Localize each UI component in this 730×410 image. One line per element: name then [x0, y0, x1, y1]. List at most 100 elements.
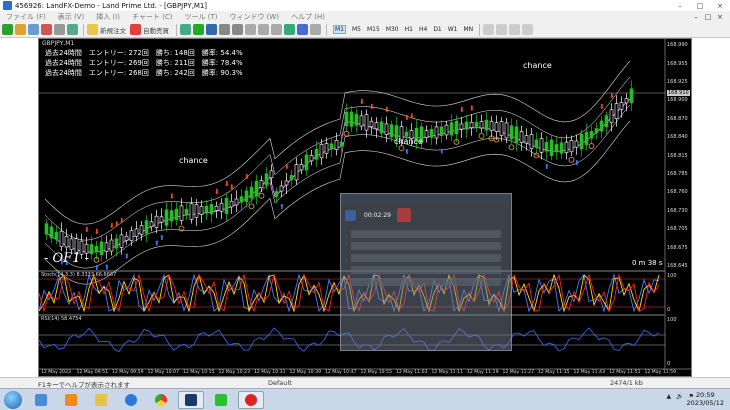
tile-windows-icon[interactable] [245, 24, 256, 35]
sell-signal-arrow: ⬇ [229, 183, 235, 191]
screen-recorder-overlay[interactable]: 00:02:29 [340, 193, 512, 351]
sell-signal-arrow: ⬇ [214, 188, 220, 196]
chance-label: chance [394, 137, 423, 146]
periods-icon[interactable] [297, 24, 308, 35]
toolbar-divider [326, 23, 327, 36]
line-chart-icon[interactable] [206, 24, 217, 35]
time-tick: 12 May 10:31 [254, 370, 286, 375]
candle-body [549, 139, 554, 156]
indicators-icon[interactable] [284, 24, 295, 35]
taskbar-recorder[interactable] [238, 390, 264, 409]
autoscroll-icon[interactable] [258, 24, 269, 35]
timeframe-h4[interactable]: H4 [419, 26, 427, 33]
vertical-line-icon[interactable] [509, 24, 521, 35]
menu-file[interactable]: ファイル (F) [6, 12, 46, 22]
candle-body [629, 88, 634, 104]
timeframe-h1[interactable]: H1 [405, 26, 413, 33]
time-tick: 12 May 11:51 [609, 370, 641, 375]
recorder-setting-row[interactable] [351, 254, 501, 262]
metatrader-app-icon [3, 1, 12, 10]
taskbar-metatrader[interactable] [178, 390, 204, 409]
start-button[interactable] [4, 390, 22, 409]
minimize-button[interactable]: – [670, 0, 690, 11]
price-tick: 168.730 [667, 208, 688, 214]
zoom-out-icon[interactable] [232, 24, 243, 35]
timeframe-mn[interactable]: MN [464, 26, 474, 33]
buy-signal-arrow: ⬆ [544, 163, 550, 171]
record-button[interactable] [396, 208, 411, 222]
menu-chart[interactable]: チャート (C) [132, 12, 173, 22]
candle-body [509, 125, 514, 140]
recorder-setting-row[interactable] [351, 278, 501, 286]
menu-window[interactable]: ウィンドウ (W) [229, 12, 279, 22]
chart-shift-icon[interactable] [271, 24, 282, 35]
terminal-icon[interactable] [54, 24, 65, 35]
chart-restore-button[interactable]: □ [702, 13, 714, 21]
menu-view[interactable]: 表示 (V) [58, 12, 84, 22]
bar-chart-icon[interactable] [180, 24, 191, 35]
timeframe-m5[interactable]: M5 [352, 26, 361, 33]
menu-tools[interactable]: ツール (T) [184, 12, 217, 22]
recorder-setting-row[interactable] [351, 230, 501, 238]
candle-body [284, 180, 289, 186]
chart-minimize-button[interactable]: – [690, 13, 702, 21]
time-tick: 12 May 11:03 [396, 370, 428, 375]
time-tick: 12 May 09:59 [112, 370, 144, 375]
price-tick: 168.990 [667, 42, 688, 48]
system-clock[interactable]: 20:59 2023/05/12 [687, 391, 724, 407]
profiles-icon[interactable] [15, 24, 26, 35]
taskbar-internet-explorer[interactable] [118, 391, 144, 409]
candle-body [279, 185, 284, 192]
candle-body [449, 122, 454, 136]
recorder-setting-row[interactable] [351, 266, 501, 274]
recorder-setting-row[interactable] [351, 242, 501, 250]
taskbar-chrome[interactable] [148, 391, 174, 409]
status-bar: F1キーでヘルプが表示されます Default 2474/1 kb [0, 377, 730, 389]
close-button[interactable]: × [710, 0, 730, 11]
tester-icon[interactable] [67, 24, 78, 35]
taskbar-explorer[interactable] [28, 391, 54, 409]
candle-body [519, 131, 524, 143]
candle-body [254, 180, 259, 197]
menu-insert[interactable]: 挿入 (I) [96, 12, 120, 22]
autotrade-button[interactable]: 自動売買 [143, 25, 169, 35]
timeframe-m1[interactable]: M1 [333, 25, 346, 34]
volume-icon[interactable]: 🔊 [676, 393, 683, 400]
window-titlebar: 456926: LandFX-Demo - Land Prime Ltd. - … [0, 0, 730, 11]
zoom-in-icon[interactable] [219, 24, 230, 35]
sell-signal-arrow: ⬇ [169, 193, 175, 201]
cursor-icon[interactable] [483, 24, 495, 35]
candle-timer: 0 m 38 s [632, 259, 663, 267]
timeframe-w1[interactable]: W1 [448, 26, 458, 33]
toolbar-divider [176, 23, 177, 36]
tray-expand-icon[interactable]: ▲ [667, 393, 672, 400]
taskbar-file-manager[interactable] [88, 391, 114, 409]
candle-body [214, 205, 219, 211]
signal-circle [508, 144, 515, 151]
maximize-button[interactable]: □ [690, 0, 710, 11]
horizontal-line-icon[interactable] [522, 24, 534, 35]
timeframe-m15[interactable]: M15 [367, 26, 380, 33]
candle-body [209, 204, 214, 215]
chart-close-button[interactable]: × [714, 13, 726, 21]
taskbar-media-player[interactable] [58, 391, 84, 409]
timeframe-d1[interactable]: D1 [433, 26, 441, 33]
candle-body [469, 121, 474, 129]
candle-body [204, 206, 209, 214]
navigator-icon[interactable] [41, 24, 52, 35]
new-chart-icon[interactable] [2, 24, 13, 35]
chart-window-controls: – □ × [690, 13, 726, 21]
candlestick-icon[interactable] [193, 24, 204, 35]
market-watch-icon[interactable] [28, 24, 39, 35]
crosshair-icon[interactable] [496, 24, 508, 35]
new-order-button[interactable]: 新規注文 [100, 25, 126, 35]
monitor-icon[interactable] [345, 209, 356, 221]
taskbar-line[interactable] [208, 391, 234, 409]
candle-body [464, 121, 469, 130]
candle-body [239, 196, 244, 203]
menu-help[interactable]: ヘルプ (H) [291, 12, 325, 22]
templates-icon[interactable] [310, 24, 321, 35]
timeframe-m30[interactable]: M30 [386, 26, 399, 33]
signal-circle [588, 143, 595, 149]
candle-body [539, 138, 544, 153]
